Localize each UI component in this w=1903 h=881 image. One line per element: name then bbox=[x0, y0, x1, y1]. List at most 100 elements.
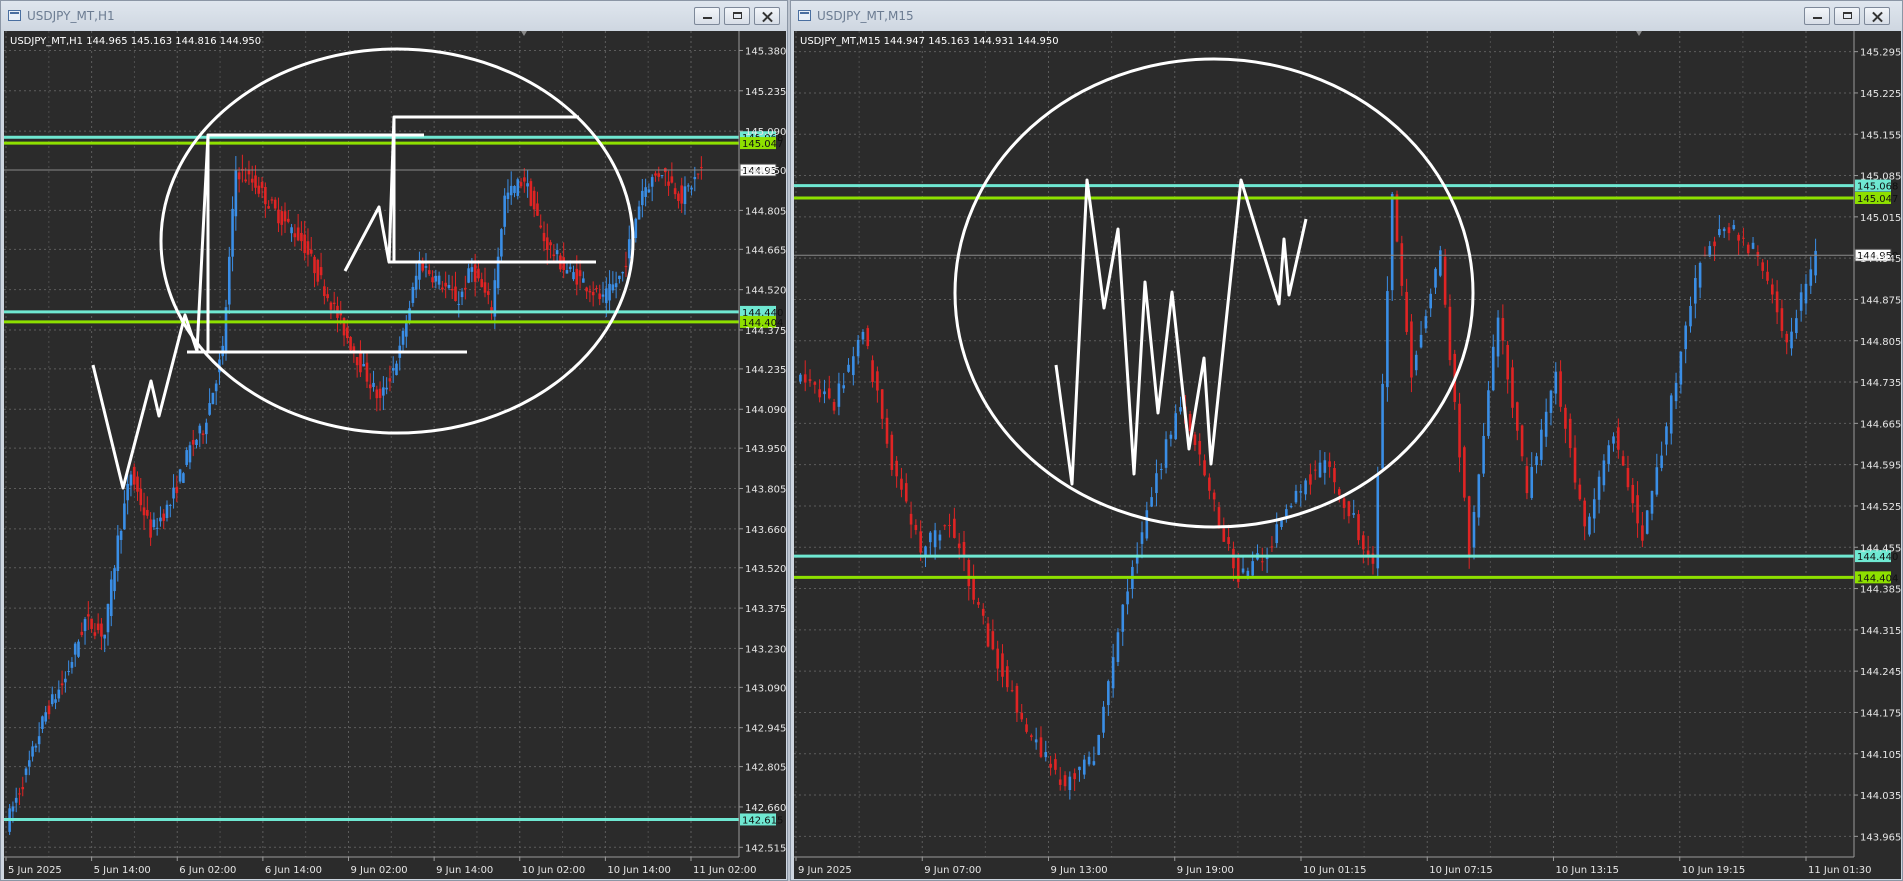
candle-body bbox=[813, 382, 817, 385]
candle-body bbox=[1799, 292, 1803, 311]
candle-body bbox=[1299, 491, 1303, 493]
candle-body bbox=[1597, 476, 1601, 500]
candle-body bbox=[1515, 402, 1519, 431]
candle-body bbox=[519, 182, 523, 187]
level-price-label: 145.047 bbox=[1857, 194, 1898, 205]
candle-body bbox=[1751, 242, 1755, 249]
chart-window-icon bbox=[798, 10, 811, 21]
candle-body bbox=[1323, 460, 1327, 473]
candle-body bbox=[90, 618, 93, 629]
candle-body bbox=[832, 401, 836, 411]
candle-body bbox=[1458, 403, 1461, 458]
price-tick-label: 144.235 bbox=[745, 365, 786, 376]
candle-body bbox=[41, 716, 44, 729]
price-chart[interactable]: 145.068145.047144.440144.404142.615144.9… bbox=[4, 31, 786, 879]
candle-body bbox=[395, 363, 398, 376]
price-tick-label: 144.455 bbox=[1860, 543, 1901, 554]
minimize-button[interactable] bbox=[694, 7, 720, 25]
candle-body bbox=[885, 417, 889, 444]
candle-body bbox=[808, 379, 812, 382]
price-tick-label: 145.155 bbox=[1860, 130, 1901, 141]
candle-body bbox=[1034, 739, 1038, 743]
candle-body bbox=[1665, 426, 1668, 445]
candle-body bbox=[129, 474, 133, 486]
window-titlebar[interactable]: USDJPY_MT,H1 bbox=[1, 1, 787, 30]
candle-body bbox=[1679, 351, 1683, 385]
minimize-button[interactable] bbox=[1804, 7, 1830, 25]
candle-body bbox=[1270, 546, 1274, 548]
candle-body bbox=[1607, 445, 1611, 464]
candle-body bbox=[247, 170, 251, 175]
candle-body bbox=[1568, 418, 1572, 449]
candle-body bbox=[647, 189, 651, 193]
price-chart-canvas[interactable]: 145.068145.047144.440144.404142.615144.9… bbox=[4, 31, 786, 879]
candle-body bbox=[1770, 284, 1774, 295]
price-tick-label: 144.520 bbox=[745, 286, 786, 297]
candle-body bbox=[136, 476, 139, 492]
candle-body bbox=[509, 185, 513, 196]
candle-body bbox=[1434, 268, 1437, 288]
candle-body bbox=[1583, 500, 1586, 527]
candle-body bbox=[34, 745, 38, 748]
candle-body bbox=[1698, 262, 1702, 288]
candle-body bbox=[1602, 460, 1606, 486]
price-tick-label: 145.225 bbox=[1860, 89, 1901, 100]
candle-body bbox=[513, 186, 516, 193]
candle-body bbox=[1116, 632, 1120, 662]
candle-body bbox=[119, 530, 123, 540]
candle-body bbox=[244, 179, 247, 182]
candle-body bbox=[283, 211, 287, 222]
candle-body bbox=[683, 186, 687, 205]
candle-body bbox=[595, 288, 598, 290]
candle-body bbox=[1650, 490, 1654, 514]
candle-body bbox=[391, 368, 395, 371]
candle-body bbox=[323, 286, 326, 297]
candle-body bbox=[1275, 524, 1279, 544]
candle-body bbox=[1294, 490, 1298, 503]
candle-body bbox=[1208, 477, 1211, 491]
candle-body bbox=[1217, 507, 1221, 526]
maximize-button[interactable] bbox=[1834, 7, 1860, 25]
candle-body bbox=[286, 218, 290, 222]
close-button[interactable] bbox=[754, 7, 780, 25]
candle-body bbox=[313, 256, 316, 274]
candle-body bbox=[460, 291, 464, 298]
candle-body bbox=[1357, 514, 1360, 541]
candle-body bbox=[47, 705, 51, 715]
candle-body bbox=[977, 602, 980, 605]
candle-body bbox=[1232, 548, 1235, 569]
candle-body bbox=[1467, 496, 1471, 557]
candle-body bbox=[1414, 354, 1418, 371]
candle-body bbox=[1376, 475, 1380, 569]
price-chart[interactable]: 145.068 145.047 144.440 144.404 144.950 145.… bbox=[794, 31, 1901, 879]
candle-body bbox=[1410, 321, 1413, 378]
candle-body bbox=[871, 360, 874, 382]
candle-body bbox=[159, 517, 162, 522]
window-titlebar[interactable]: USDJPY_MT,M15 bbox=[791, 1, 1902, 30]
price-chart-canvas[interactable]: 145.068145.047144.440144.404144.950 145.… bbox=[794, 31, 1901, 879]
candle-body bbox=[1809, 269, 1813, 286]
chart-window-m15[interactable]: USDJPY_MT,M15 145.068 145.047 144.440 144.4… bbox=[790, 0, 1903, 881]
candle-body bbox=[93, 632, 97, 636]
candle-body bbox=[1785, 333, 1789, 343]
time-tick-label: 9 Jun 13:00 bbox=[1051, 865, 1108, 876]
candle-body bbox=[1068, 776, 1072, 791]
candle-body bbox=[562, 257, 565, 271]
candle-body bbox=[473, 264, 477, 282]
candle-body bbox=[454, 286, 457, 301]
candle-body bbox=[588, 290, 592, 293]
price-tick-label: 144.665 bbox=[1860, 419, 1901, 430]
maximize-button[interactable] bbox=[724, 7, 750, 25]
price-tick-label: 143.375 bbox=[745, 604, 786, 615]
candle-body bbox=[1722, 228, 1726, 232]
candle-body bbox=[967, 559, 971, 587]
close-button[interactable] bbox=[1864, 7, 1890, 25]
candle-body bbox=[1054, 759, 1057, 770]
candle-body bbox=[267, 206, 270, 209]
candle-body bbox=[1198, 440, 1202, 455]
candle-body bbox=[1626, 467, 1630, 488]
chart-window-h1[interactable]: USDJPY_MT,H1 145.068145.047144.440144.40… bbox=[0, 0, 788, 881]
candle-body bbox=[634, 218, 638, 239]
price-tick-label: 143.090 bbox=[745, 683, 786, 694]
candle-body bbox=[326, 294, 329, 299]
